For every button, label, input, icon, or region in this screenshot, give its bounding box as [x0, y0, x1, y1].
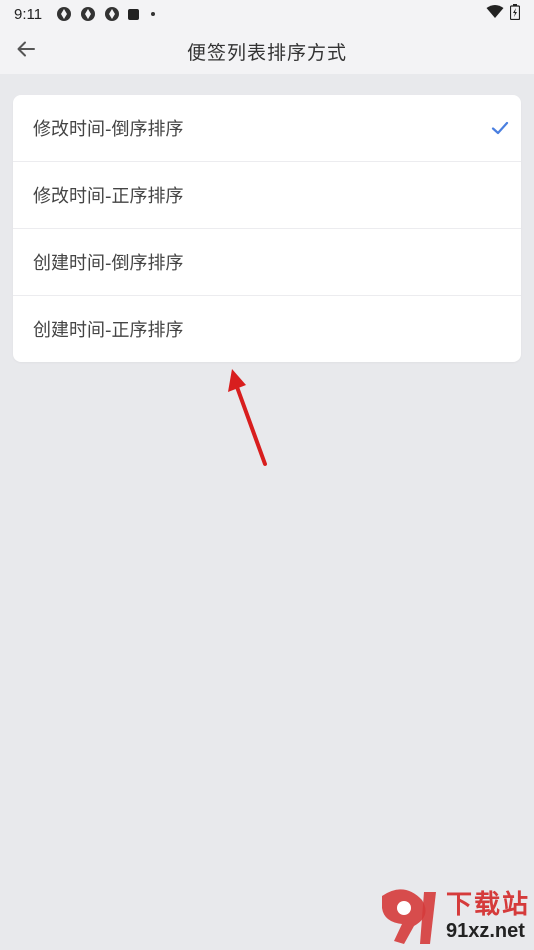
app-bar: 便签列表排序方式: [0, 28, 534, 74]
watermark-title: 下载站: [445, 890, 530, 920]
notification-icons: [56, 6, 156, 22]
battery-icon: [509, 4, 521, 24]
system-status: [486, 4, 521, 24]
wifi-icon: [486, 5, 504, 23]
sync-icon: [56, 6, 72, 22]
sync-icon: [80, 6, 96, 22]
sort-options-list: 修改时间-倒序排序 修改时间-正序排序 创建时间-倒序排序 创建时间-正序排序: [13, 95, 521, 362]
watermark-url: 91xz.net: [445, 920, 525, 942]
sort-option-created-asc[interactable]: 创建时间-正序排序: [13, 296, 521, 362]
annotation-arrow: [228, 369, 267, 466]
sort-option-modified-asc[interactable]: 修改时间-正序排序: [13, 162, 521, 229]
sort-option-label: 修改时间-倒序排序: [33, 119, 184, 140]
page-title: 便签列表排序方式: [186, 41, 347, 64]
watermark-logo: [381, 889, 436, 944]
arrow-left-icon: [16, 39, 36, 63]
back-button[interactable]: [8, 34, 44, 68]
watermark-text: 下载站 91xz.net: [446, 890, 530, 942]
watermark: 下载站 91xz.net: [374, 886, 530, 946]
sort-option-modified-desc[interactable]: 修改时间-倒序排序: [13, 95, 521, 162]
status-time: 9:11: [14, 5, 43, 23]
status-bar: 9:11: [0, 0, 534, 28]
sort-option-created-desc[interactable]: 创建时间-倒序排序: [13, 229, 521, 296]
check-icon: [491, 119, 509, 137]
sort-option-label: 修改时间-正序排序: [33, 186, 184, 207]
sort-option-label: 创建时间-正序排序: [33, 320, 184, 341]
square-icon: [128, 8, 140, 20]
sync-icon: [104, 6, 120, 22]
dot-icon: [151, 12, 156, 16]
sort-option-label: 创建时间-倒序排序: [33, 253, 184, 274]
